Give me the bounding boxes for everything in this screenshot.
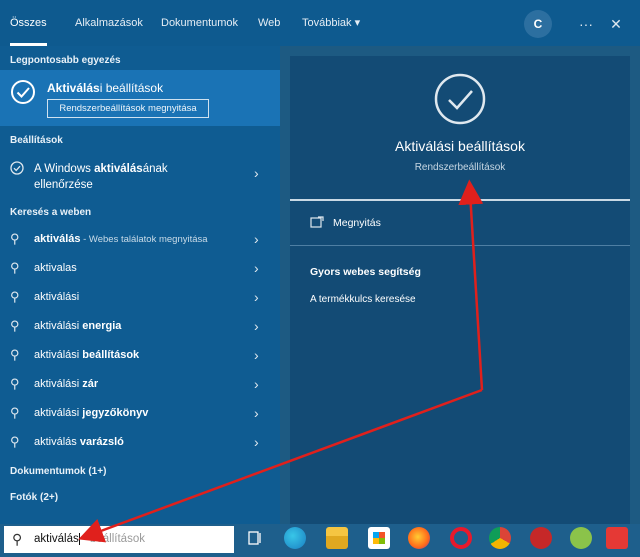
annotation-arrow xyxy=(78,179,484,543)
